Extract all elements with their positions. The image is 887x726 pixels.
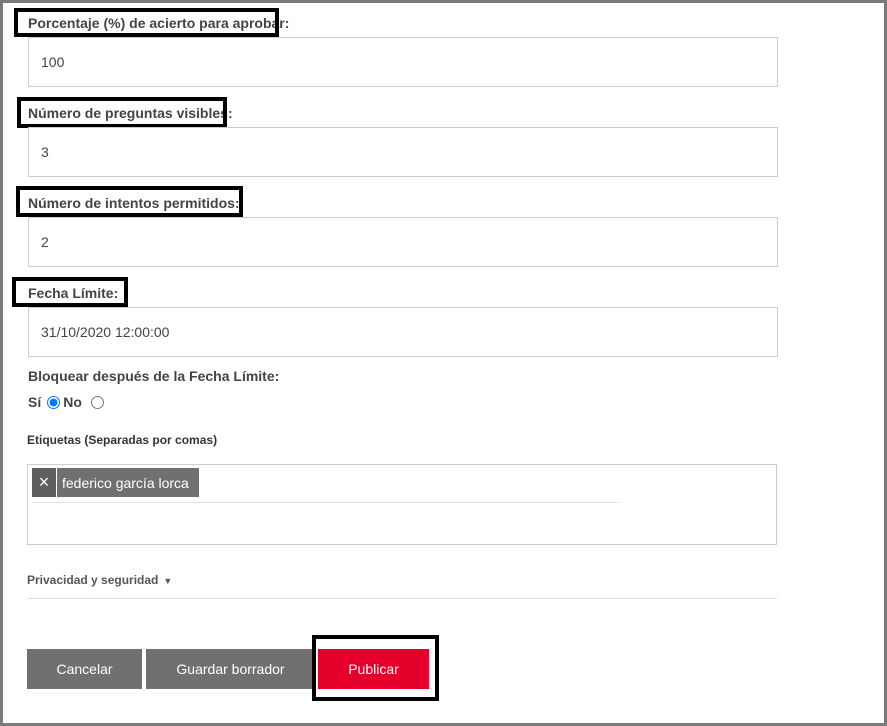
radio-yes-label: Sí: [28, 394, 42, 410]
lock-after-deadline-label: Bloquear después de la Fecha Límite:: [28, 368, 280, 384]
visible-questions-label: Número de preguntas visibles:: [28, 105, 233, 121]
pass-percentage-label: Porcentaje (%) de acierto para aprobar:: [28, 15, 290, 31]
lock-after-deadline-options: Sí No: [28, 394, 107, 410]
deadline-input[interactable]: [28, 307, 778, 357]
close-icon[interactable]: ×: [32, 468, 56, 497]
allowed-attempts-label: Número de intentos permitidos:: [28, 195, 240, 211]
radio-no[interactable]: [90, 395, 104, 409]
visible-questions-input[interactable]: [28, 127, 778, 177]
tags-input[interactable]: × federico garcía lorca: [27, 464, 777, 545]
tag-input-underline: [32, 502, 620, 503]
divider: [27, 598, 777, 599]
publish-button[interactable]: Publicar: [318, 649, 429, 689]
allowed-attempts-input[interactable]: [28, 217, 778, 267]
caret-down-icon: ▼: [163, 576, 173, 586]
radio-yes[interactable]: [47, 395, 61, 409]
pass-percentage-input[interactable]: [28, 37, 778, 87]
privacy-toggle[interactable]: Privacidad y seguridad ▼: [27, 573, 172, 587]
cancel-button[interactable]: Cancelar: [27, 649, 142, 689]
tags-label: Etiquetas (Separadas por comas): [27, 433, 218, 447]
save-draft-button[interactable]: Guardar borrador: [146, 649, 315, 689]
tag-chip-label: federico garcía lorca: [57, 468, 199, 497]
tag-chip: × federico garcía lorca: [32, 468, 199, 497]
privacy-label: Privacidad y seguridad: [27, 573, 159, 587]
deadline-label: Fecha Límite:: [28, 285, 119, 301]
radio-no-label: No: [63, 394, 82, 410]
